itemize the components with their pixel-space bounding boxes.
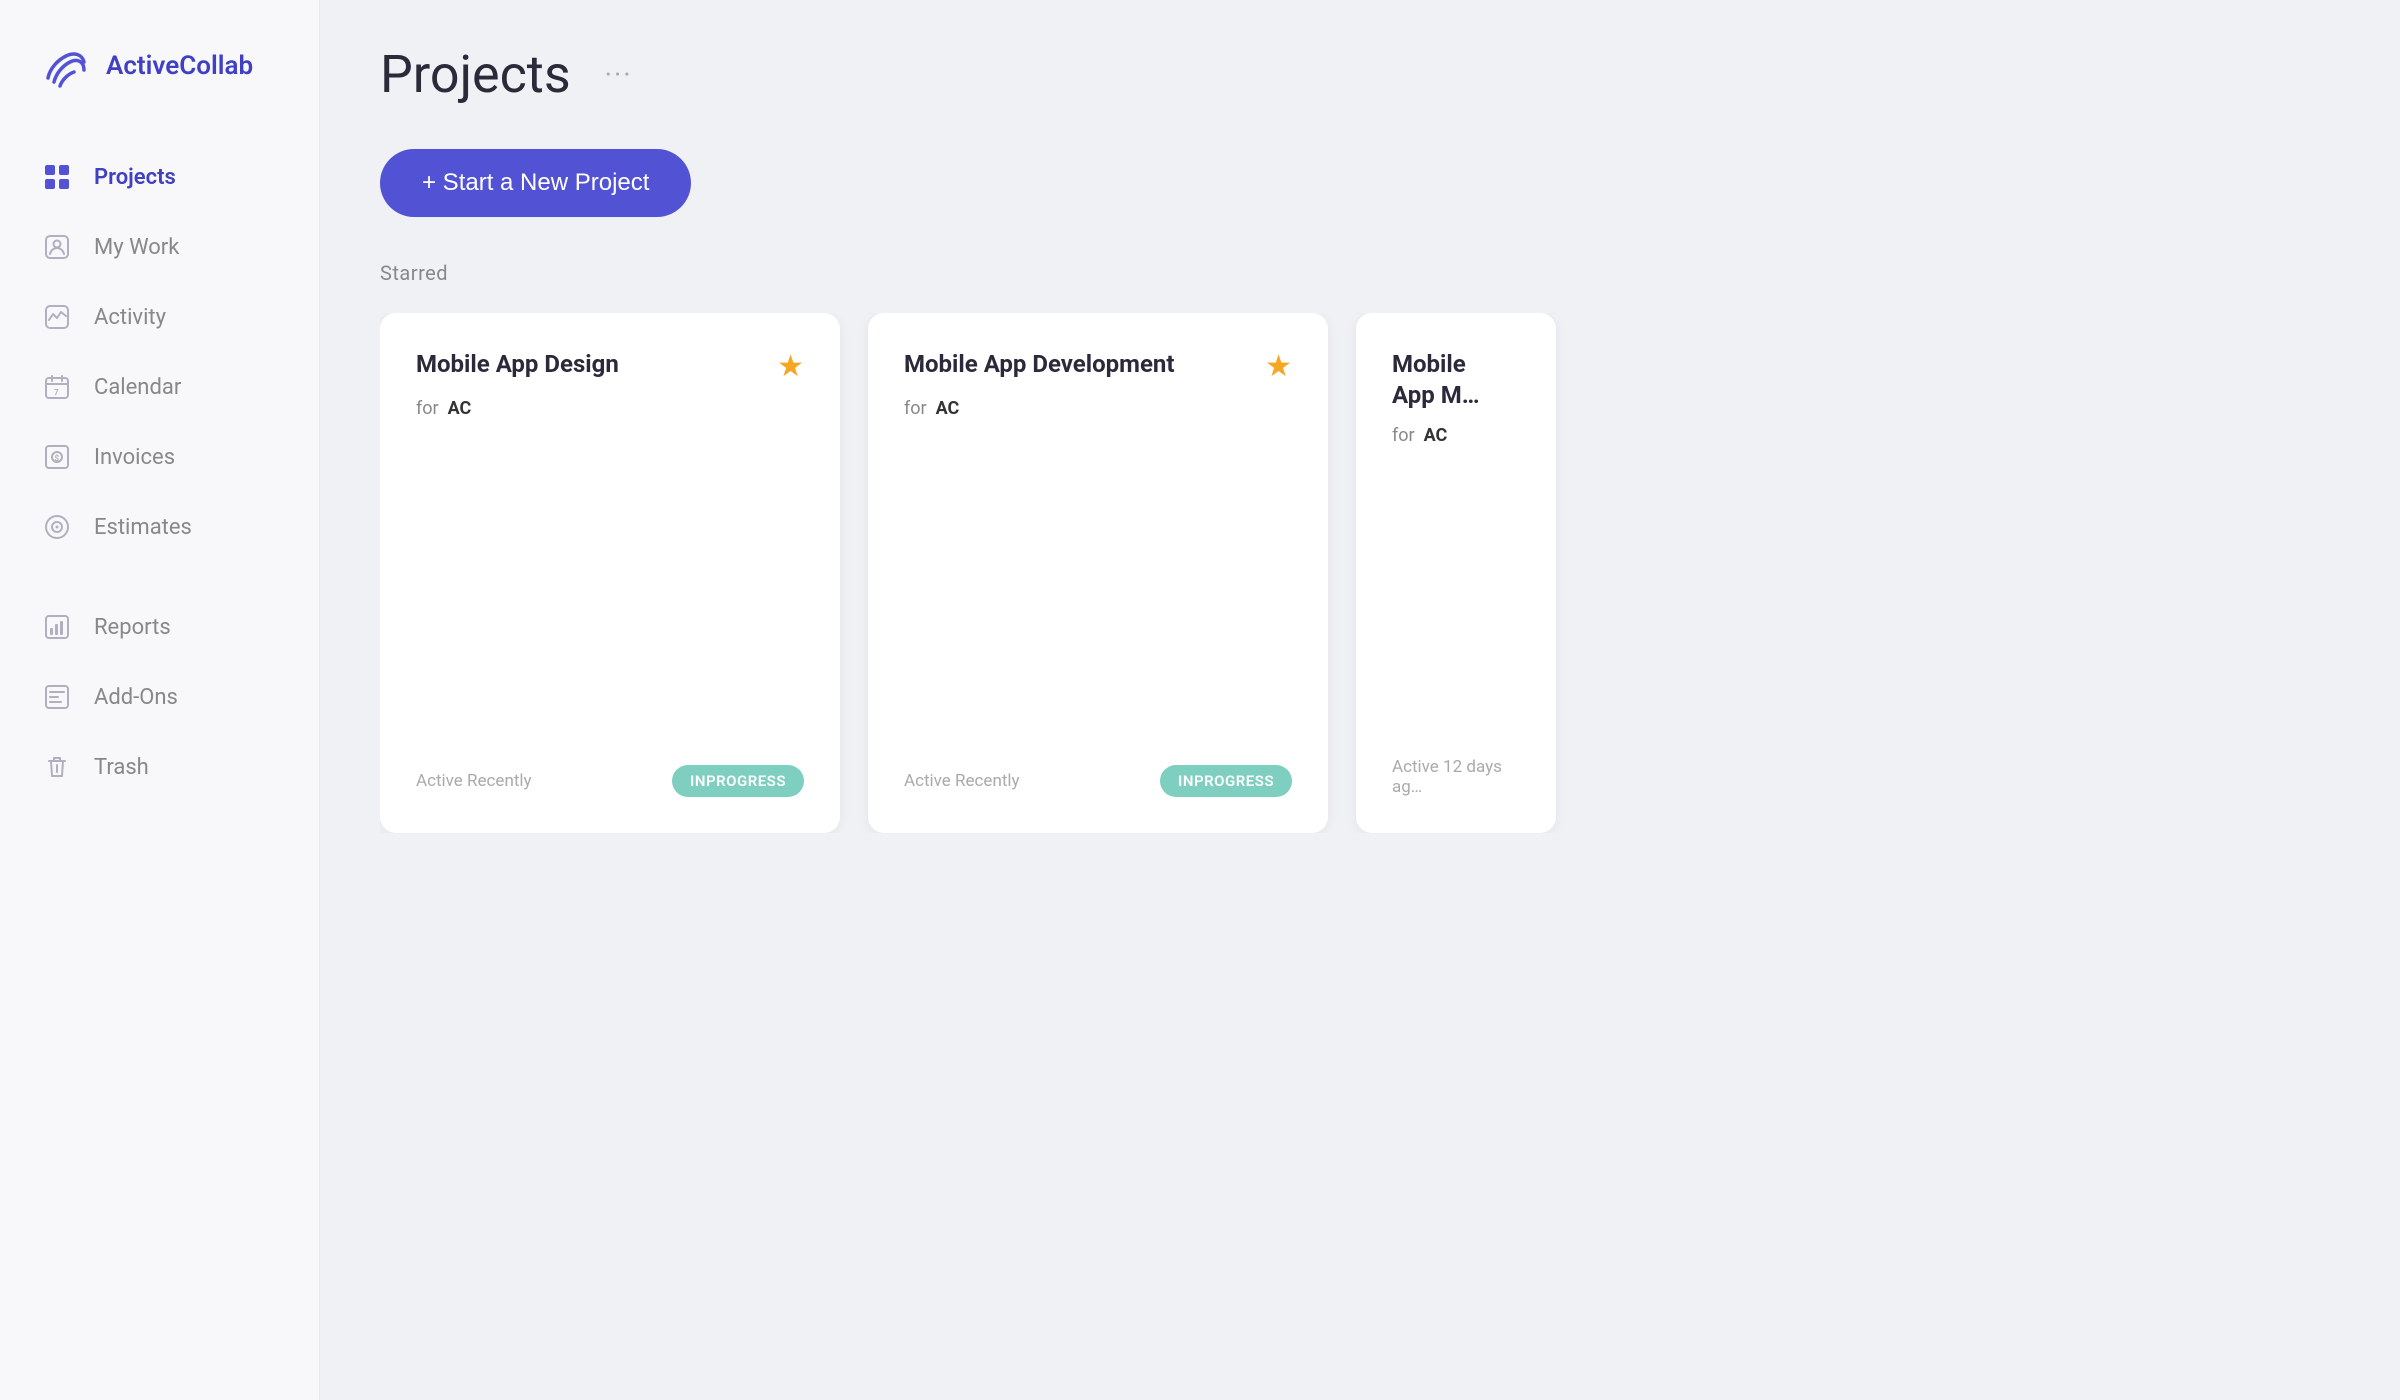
app-name: ActiveCollab <box>106 51 253 81</box>
sidebar-item-label: My Work <box>94 235 179 260</box>
card-client: for AC <box>1392 425 1520 446</box>
sidebar-item-projects[interactable]: Projects <box>0 142 319 212</box>
card-title: Mobile App Design <box>416 349 777 380</box>
project-card-partial[interactable]: Mobile App M… for AC Active 12 days ag… <box>1356 313 1556 833</box>
card-header: Mobile App Design ★ <box>416 349 804 384</box>
logo-icon <box>40 40 92 92</box>
sidebar-item-label: Invoices <box>94 445 175 470</box>
sidebar-item-label: Calendar <box>94 375 181 400</box>
sidebar: ActiveCollab Projects My Work <box>0 0 320 1400</box>
sidebar-item-activity[interactable]: Activity <box>0 282 319 352</box>
start-new-project-button[interactable]: + Start a New Project <box>380 149 691 217</box>
main-content: Projects ··· + Start a New Project Starr… <box>320 0 2400 1400</box>
card-client: for AC <box>904 398 1292 419</box>
sidebar-item-estimates[interactable]: Estimates <box>0 492 319 562</box>
sidebar-item-label: Estimates <box>94 515 192 540</box>
project-card[interactable]: Mobile App Development ★ for AC Active R… <box>868 313 1328 833</box>
projects-icon <box>40 160 74 194</box>
svg-text:$: $ <box>55 454 60 463</box>
reports-icon <box>40 610 74 644</box>
sidebar-item-my-work[interactable]: My Work <box>0 212 319 282</box>
status-badge: INPROGRESS <box>672 765 804 797</box>
calendar-icon: 7 <box>40 370 74 404</box>
estimates-icon <box>40 510 74 544</box>
my-work-icon <box>40 230 74 264</box>
card-client: for AC <box>416 398 804 419</box>
card-footer: Active Recently INPROGRESS <box>904 749 1292 797</box>
starred-section-label: Starred <box>380 261 2340 285</box>
sidebar-item-calendar[interactable]: 7 Calendar <box>0 352 319 422</box>
card-client-name: AC <box>448 398 472 419</box>
card-title: Mobile App M… <box>1392 349 1520 411</box>
card-client-name: AC <box>936 398 960 419</box>
activity-icon <box>40 300 74 334</box>
sidebar-item-trash[interactable]: Trash <box>0 732 319 802</box>
star-icon[interactable]: ★ <box>1265 349 1292 384</box>
sidebar-item-label: Reports <box>94 615 171 640</box>
star-icon[interactable]: ★ <box>777 349 804 384</box>
logo-area: ActiveCollab <box>0 40 319 142</box>
card-title: Mobile App Development <box>904 349 1265 380</box>
page-title: Projects <box>380 44 571 105</box>
project-card[interactable]: Mobile App Design ★ for AC Active Recent… <box>380 313 840 833</box>
sidebar-item-label: Add-Ons <box>94 685 178 710</box>
add-ons-icon <box>40 680 74 714</box>
sidebar-item-invoices[interactable]: $ Invoices <box>0 422 319 492</box>
card-active-text: Active 12 days ag… <box>1392 757 1520 797</box>
card-footer: Active 12 days ag… <box>1392 741 1520 797</box>
card-client-name: AC <box>1424 425 1448 446</box>
status-badge: INPROGRESS <box>1160 765 1292 797</box>
sidebar-item-label: Trash <box>94 755 149 780</box>
sidebar-item-label: Activity <box>94 305 166 330</box>
page-header: Projects ··· <box>380 44 2340 105</box>
trash-icon <box>40 750 74 784</box>
svg-text:7: 7 <box>54 388 59 397</box>
card-active-text: Active Recently <box>416 771 532 791</box>
sidebar-item-add-ons[interactable]: Add-Ons <box>0 662 319 732</box>
invoices-icon: $ <box>40 440 74 474</box>
sidebar-item-reports[interactable]: Reports <box>0 592 319 662</box>
card-active-text: Active Recently <box>904 771 1020 791</box>
page-menu-button[interactable]: ··· <box>595 52 643 97</box>
project-cards-row: Mobile App Design ★ for AC Active Recent… <box>380 313 2340 833</box>
card-header: Mobile App M… <box>1392 349 1520 411</box>
card-header: Mobile App Development ★ <box>904 349 1292 384</box>
card-footer: Active Recently INPROGRESS <box>416 749 804 797</box>
sidebar-item-label: Projects <box>94 165 176 190</box>
